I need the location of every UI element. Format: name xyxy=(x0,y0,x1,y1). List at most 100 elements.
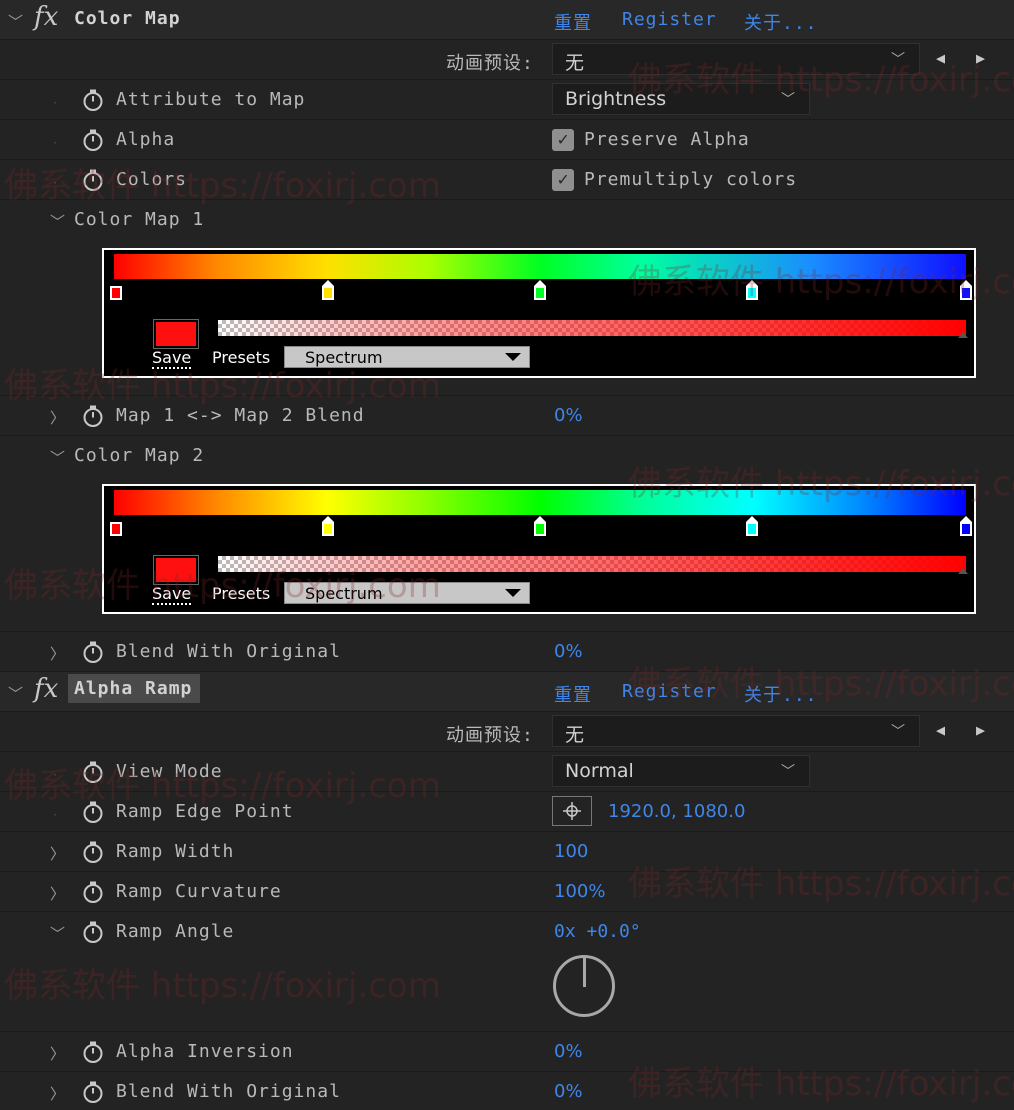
reset-link[interactable]: 重置 xyxy=(554,681,592,707)
reset-link[interactable]: 重置 xyxy=(554,9,592,35)
chevron-down-icon[interactable]: ﹀ xyxy=(50,923,65,944)
color-stop[interactable] xyxy=(960,280,972,300)
chevron-down-icon[interactable]: ﹀ xyxy=(8,683,23,704)
save-button[interactable]: Save xyxy=(152,584,192,605)
bullet-icon: · xyxy=(52,138,59,149)
dropdown-value: 无 xyxy=(565,52,585,74)
map-blend-label: Map 1 <-> Map 2 Blend xyxy=(116,405,365,426)
ramp-curvature-value[interactable]: 100% xyxy=(554,881,605,902)
gradient-bar[interactable] xyxy=(114,254,966,279)
chevron-down-icon[interactable]: ﹀ xyxy=(8,11,23,32)
color-map-1-editor[interactable]: Save Presets Spectrum xyxy=(102,248,976,378)
color-stop[interactable] xyxy=(534,280,546,300)
register-link[interactable]: Register xyxy=(622,9,717,30)
colors-label: Colors xyxy=(116,169,188,190)
gradient-bar[interactable] xyxy=(114,490,966,515)
chevron-right-icon[interactable]: 〉 xyxy=(50,883,65,904)
premultiply-colors-label[interactable]: Premultiply colors xyxy=(584,169,797,190)
chevron-right-icon[interactable]: 〉 xyxy=(50,407,65,428)
attribute-to-map-dropdown[interactable]: Brightness ﹀ xyxy=(552,83,810,115)
ramp-edge-point-value[interactable]: 1920.0, 1080.0 xyxy=(608,801,745,822)
alpha-stop[interactable] xyxy=(958,332,968,338)
ramp-angle-row: ﹀ Ramp Angle 0x +0.0° xyxy=(0,912,1014,1032)
preserve-alpha-label[interactable]: Preserve Alpha xyxy=(584,129,750,150)
ramp-width-row: 〉 Ramp Width 100 xyxy=(0,832,1014,872)
chevron-right-icon[interactable]: 〉 xyxy=(50,643,65,664)
color-map-2-editor[interactable]: Save Presets Spectrum xyxy=(102,484,976,614)
chevron-down-icon[interactable]: ﹀ xyxy=(50,211,65,232)
chevron-right-icon[interactable]: 〉 xyxy=(50,1083,65,1104)
chevron-down-icon: ﹀ xyxy=(781,92,795,108)
stopwatch-icon[interactable] xyxy=(82,1041,104,1063)
color-stop[interactable] xyxy=(746,516,758,536)
ramp-width-value[interactable]: 100 xyxy=(554,841,588,862)
stopwatch-icon[interactable] xyxy=(82,761,104,783)
map-blend-value[interactable]: 0% xyxy=(554,405,583,426)
attribute-to-map-row: · Attribute to Map Brightness ﹀ xyxy=(0,80,1014,120)
stopwatch-icon[interactable] xyxy=(82,1081,104,1103)
stopwatch-icon[interactable] xyxy=(82,129,104,151)
bullet-icon: · xyxy=(52,98,59,109)
next-preset-icon[interactable]: ▶ xyxy=(976,49,985,67)
color-stop[interactable] xyxy=(322,516,334,536)
alpha-stop[interactable] xyxy=(958,568,968,574)
point-picker-button[interactable] xyxy=(552,796,592,826)
animation-preset-row: 动画预设: 无 ﹀ ◀ ▶ xyxy=(0,712,1014,752)
ramp-curvature-row: 〉 Ramp Curvature 100% xyxy=(0,872,1014,912)
ramp-angle-value[interactable]: 0x +0.0° xyxy=(554,921,641,942)
animation-preset-dropdown[interactable]: 无 ﹀ xyxy=(552,715,920,747)
stopwatch-icon[interactable] xyxy=(82,801,104,823)
color-stop[interactable] xyxy=(110,286,122,300)
dropdown-value: 无 xyxy=(565,724,585,746)
view-mode-dropdown[interactable]: Normal ﹀ xyxy=(552,755,810,787)
colors-row: · Colors ✓ Premultiply colors xyxy=(0,160,1014,200)
alpha-gradient-bar[interactable] xyxy=(218,556,966,572)
register-link[interactable]: Register xyxy=(622,681,717,702)
effect-header-color-map[interactable]: ﹀ fx Color Map 重置 Register 关于... xyxy=(0,0,1014,40)
presets-dropdown[interactable]: Spectrum xyxy=(284,582,530,604)
fx-icon[interactable]: fx xyxy=(34,674,58,704)
stopwatch-icon[interactable] xyxy=(82,881,104,903)
color-swatch[interactable] xyxy=(153,319,199,349)
alpha-inversion-row: 〉 Alpha Inversion 0% xyxy=(0,1032,1014,1072)
prev-preset-icon[interactable]: ◀ xyxy=(936,49,945,67)
angle-dial[interactable] xyxy=(553,955,615,1017)
color-stop[interactable] xyxy=(960,516,972,536)
chevron-right-icon[interactable]: 〉 xyxy=(50,1043,65,1064)
about-link[interactable]: 关于... xyxy=(744,9,818,35)
stopwatch-icon[interactable] xyxy=(82,921,104,943)
stopwatch-icon[interactable] xyxy=(82,169,104,191)
chevron-right-icon[interactable]: 〉 xyxy=(50,843,65,864)
view-mode-label: View Mode xyxy=(116,761,223,782)
stopwatch-icon[interactable] xyxy=(82,405,104,427)
prev-preset-icon[interactable]: ◀ xyxy=(936,721,945,739)
alpha-gradient-bar[interactable] xyxy=(218,320,966,336)
color-swatch[interactable] xyxy=(153,555,199,585)
save-button[interactable]: Save xyxy=(152,348,192,369)
ramp-edge-point-label: Ramp Edge Point xyxy=(116,801,294,822)
alpha-inversion-value[interactable]: 0% xyxy=(554,1041,583,1062)
presets-value: Spectrum xyxy=(305,584,383,603)
effect-title[interactable]: Color Map xyxy=(74,8,181,29)
color-stop[interactable] xyxy=(534,516,546,536)
chevron-down-icon[interactable]: ﹀ xyxy=(50,447,65,468)
premultiply-colors-checkbox[interactable]: ✓ xyxy=(552,169,574,191)
preserve-alpha-checkbox[interactable]: ✓ xyxy=(552,129,574,151)
color-stop[interactable] xyxy=(322,280,334,300)
stopwatch-icon[interactable] xyxy=(82,89,104,111)
color-stop[interactable] xyxy=(110,522,122,536)
color-stop[interactable] xyxy=(746,280,758,300)
about-link[interactable]: 关于... xyxy=(744,681,818,707)
effect-title[interactable]: Alpha Ramp xyxy=(68,674,201,703)
stopwatch-icon[interactable] xyxy=(82,841,104,863)
stopwatch-icon[interactable] xyxy=(82,641,104,663)
blend-with-original-value[interactable]: 0% xyxy=(554,641,583,662)
fx-icon[interactable]: fx xyxy=(34,2,58,32)
next-preset-icon[interactable]: ▶ xyxy=(976,721,985,739)
presets-dropdown[interactable]: Spectrum xyxy=(284,346,530,368)
effect-header-alpha-ramp[interactable]: ﹀ fx Alpha Ramp 重置 Register 关于... xyxy=(0,672,1014,712)
animation-preset-dropdown[interactable]: 无 ﹀ xyxy=(552,43,920,75)
chevron-down-icon: ﹀ xyxy=(891,724,905,740)
ramp-blend-with-original-value[interactable]: 0% xyxy=(554,1081,583,1102)
dropdown-value: Brightness xyxy=(565,88,667,110)
